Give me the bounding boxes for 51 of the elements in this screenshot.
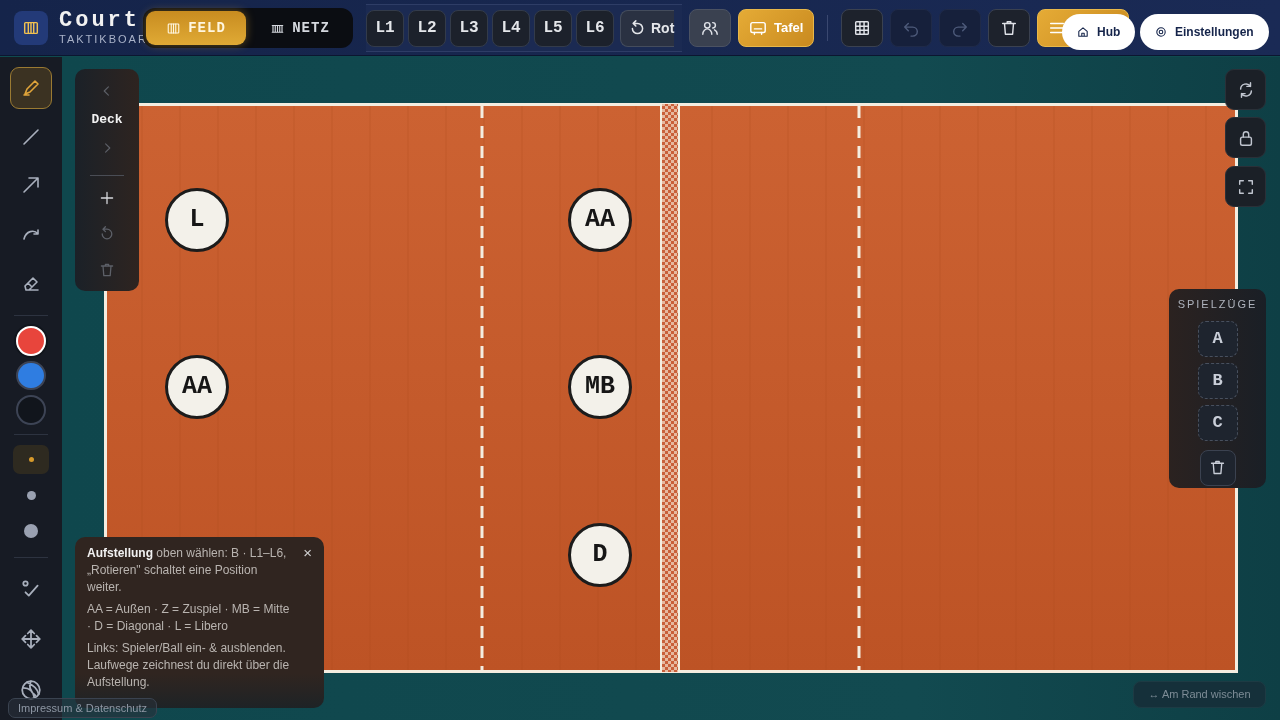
app-subtitle: TAKTIKBOAR [59, 33, 148, 45]
color-swatch[interactable] [16, 360, 46, 391]
ball-icon [20, 679, 42, 702]
plays-title: SPIELZÜGE [1177, 297, 1258, 312]
settings-link[interactable]: Einstellungen [1140, 14, 1269, 50]
fullscreen-icon [1236, 177, 1255, 196]
pen-tool[interactable] [10, 67, 52, 109]
lineup-button[interactable]: L2 [408, 9, 446, 47]
line-icon [21, 126, 41, 147]
hint-text: Links: Spieler/Ball ein- & ausblenden. Laufwege zeichnest du direkt über die Aufstellung. [87, 640, 291, 691]
footer-link[interactable]: Impressum & Datenschutz [8, 698, 157, 718]
grid-icon [853, 19, 872, 37]
play-slot[interactable]: C [1197, 404, 1238, 441]
fullscreen-button[interactable] [1225, 166, 1266, 207]
view-tab[interactable]: NETZ [250, 11, 350, 45]
settings-icon [1155, 26, 1167, 38]
trash-icon [1209, 459, 1226, 476]
close-button[interactable]: × [303, 543, 312, 563]
hint-text: AA = Außen · Z = Zuspiel · MB = Mitte · D = Diagonal · L = Libero [87, 601, 291, 635]
app-title: Court [59, 9, 141, 33]
color-swatch[interactable] [16, 395, 46, 426]
trash-icon [99, 261, 115, 278]
lineup-button[interactable]: L4 [492, 9, 530, 47]
arrow-icon [21, 175, 41, 196]
lineup-button[interactable]: L3 [450, 9, 488, 47]
trash-button[interactable] [988, 9, 1031, 47]
court-icon [22, 19, 40, 37]
play-slot[interactable]: A [1197, 320, 1238, 357]
lineup-button[interactable]: L5 [534, 9, 572, 47]
move-icon [20, 628, 42, 651]
deck-title: Deck [91, 111, 123, 128]
lineup-button[interactable]: L6 [576, 9, 614, 47]
people-button[interactable] [689, 9, 731, 47]
swipe-hint: ↔ Am Rand wischen [1133, 681, 1266, 708]
plus-icon [99, 190, 115, 207]
pen-icon [21, 77, 41, 98]
people-icon [701, 19, 719, 37]
lock-button[interactable] [1225, 117, 1266, 158]
court-icon [166, 20, 182, 36]
home-icon [1077, 26, 1089, 38]
reset-icon [629, 19, 646, 37]
home-link[interactable]: Hub [1062, 14, 1136, 50]
rotate-button[interactable] [1225, 69, 1266, 110]
trash-icon [1000, 19, 1019, 37]
play-slot[interactable]: B [1197, 362, 1238, 399]
lineup-button[interactable]: L1 [366, 9, 404, 47]
grid-button[interactable] [841, 9, 884, 47]
delete-play-button[interactable] [1199, 449, 1236, 486]
rotate-button[interactable]: Rot [620, 9, 675, 47]
hint-text: Aufstellung oben wählen: B · L1–L6, „Rotieren" schaltet eine Position weiter. [87, 545, 288, 596]
board-icon [749, 19, 767, 37]
